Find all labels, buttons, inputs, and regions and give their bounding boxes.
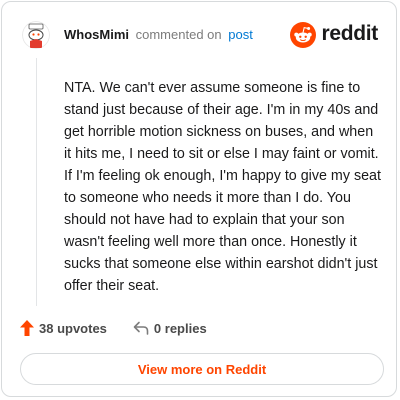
comment-actions: 38 upvotes 0 replies [20,320,207,336]
reply-arrow-icon [133,321,149,335]
reply-count: 0 replies [153,320,207,336]
username[interactable]: WhosMimi [64,27,129,42]
upvote-arrow-icon [20,320,34,336]
avatar-snoo-icon [22,21,50,49]
comment-embed-card: WhosMimi commented on post reddit NTA. W… [1,1,397,397]
view-more-label: View more on Reddit [137,361,267,377]
reply-button[interactable]: 0 replies [133,321,207,336]
comment-header: WhosMimi commented on post [64,27,253,43]
upvote-count: 38 upvotes [39,320,107,336]
avatar[interactable] [22,21,50,49]
thread-line [36,58,37,306]
comment-body: NTA. We can't ever assume someone is fin… [64,80,381,294]
post-link[interactable]: post [228,27,253,42]
view-more-on-reddit-button[interactable]: View more on Reddit [20,353,384,385]
reddit-snoo-icon [290,22,317,48]
commented-on-label: commented on [135,27,222,42]
upvote-button[interactable]: 38 upvotes [20,320,107,336]
reddit-brand-logo[interactable]: reddit [290,22,378,48]
reddit-wordmark: reddit [321,22,378,45]
